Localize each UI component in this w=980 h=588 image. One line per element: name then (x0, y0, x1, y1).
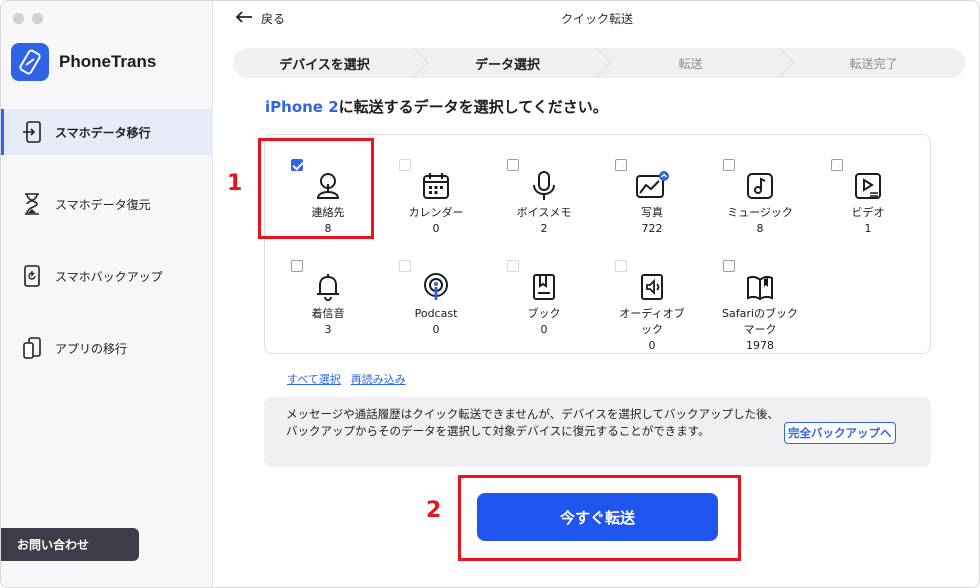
app-name: PhoneTrans (59, 52, 157, 71)
category-audiobooks[interactable]: オーディオブック 0 (597, 242, 707, 352)
category-ringtones[interactable]: 着信音 3 (273, 242, 383, 342)
category-music[interactable]: ミュージック 8 (705, 141, 815, 241)
category-label: 着信音 (311, 307, 345, 320)
app-window: PhoneTrans スマホデータ移行 スマホデータ復元 スマホバックアップ ア… (0, 0, 980, 588)
step-select-device: デバイスを選択 (233, 48, 416, 78)
sidebar-item-phone-restore[interactable]: スマホデータ復元 (1, 181, 213, 227)
sidebar-item-app-transfer[interactable]: アプリの移行 (1, 325, 213, 371)
category-label: ボイスメモ (516, 206, 572, 219)
category-count: 8 (756, 222, 764, 235)
audiobooks-checkbox[interactable] (615, 260, 627, 272)
books-checkbox[interactable] (507, 260, 519, 272)
music-icon (743, 169, 777, 203)
audiobook-icon (635, 270, 669, 304)
category-label: 写真 (641, 206, 663, 219)
ringtones-checkbox[interactable] (291, 260, 303, 272)
window-title: クイック転送 (560, 12, 633, 26)
calendar-checkbox[interactable] (399, 159, 411, 171)
music-checkbox[interactable] (723, 159, 735, 171)
sidebar-nav: スマホデータ移行 スマホデータ復元 スマホバックアップ アプリの移行 (1, 109, 213, 397)
sidebar-item-phone-transfer[interactable]: スマホデータ移行 (1, 109, 213, 155)
category-count: 1978 (746, 339, 774, 352)
category-count: 0 (432, 222, 440, 235)
category-count: 1 (864, 222, 872, 235)
page-title: iPhone 2に転送するデータを選択してください。 (265, 96, 608, 117)
annotation-highlight-contacts (258, 138, 374, 239)
category-label: Safariのブックマーク (722, 307, 798, 336)
category-label: ビデオ (851, 206, 885, 219)
video-checkbox[interactable] (831, 159, 843, 171)
book-icon (527, 270, 561, 304)
annotation-marker-2: 2 (426, 498, 442, 523)
sidebar-item-phone-backup[interactable]: スマホバックアップ (1, 253, 213, 299)
step-transfer: 転送 (599, 48, 782, 78)
category-video[interactable]: ビデオ 1 (813, 141, 923, 241)
category-label: Podcast (414, 307, 458, 320)
category-label: オーディオブック (619, 307, 685, 336)
category-voice-memos[interactable]: ボイスメモ 2 (489, 141, 599, 241)
notice-text: メッセージや通話履歴はクイック転送できませんが、デバイスを選択してバックアップし… (286, 407, 779, 438)
step-complete: 転送完了 (849, 56, 898, 71)
step-select-data: データ選択 (416, 48, 599, 78)
photos-checkbox[interactable] (615, 159, 627, 171)
window-controls (13, 13, 43, 24)
phone-backup-icon (19, 263, 45, 289)
sidebar: PhoneTrans スマホデータ移行 スマホデータ復元 スマホバックアップ ア… (1, 1, 213, 587)
microphone-icon (527, 169, 561, 203)
category-calendar[interactable]: カレンダー 0 (381, 141, 491, 241)
category-count: 722 (641, 222, 663, 235)
close-window-button[interactable] (13, 13, 24, 24)
category-label: カレンダー (408, 206, 464, 219)
selection-links: すべて選択 再読み込み (287, 371, 406, 387)
target-device-name: iPhone 2 (265, 98, 339, 116)
hourglass-icon (19, 191, 45, 217)
category-count: 0 (432, 323, 440, 336)
select-all-link[interactable]: すべて選択 (287, 371, 341, 387)
bell-icon (311, 270, 345, 304)
podcast-icon (419, 270, 453, 304)
phonetrans-logo-icon (11, 43, 49, 81)
category-books[interactable]: ブック 0 (489, 242, 599, 342)
category-count: 2 (540, 222, 548, 235)
app-logo: PhoneTrans (11, 43, 156, 81)
category-safari-bookmarks[interactable]: Safariのブックマーク 1978 (705, 242, 815, 352)
full-backup-button[interactable]: 完全バックアップへ (784, 422, 896, 444)
sidebar-item-label: アプリの移行 (55, 341, 128, 356)
headline-text: に転送するデータを選択してください。 (338, 98, 608, 116)
video-icon (851, 169, 885, 203)
category-podcast[interactable]: Podcast 0 (381, 242, 491, 342)
annotation-marker-1: 1 (227, 171, 243, 196)
calendar-icon (419, 169, 453, 203)
info-notice: メッセージや通話履歴はクイック転送できませんが、デバイスを選択してバックアップし… (264, 397, 931, 467)
topbar: 戻る クイック転送 (213, 1, 979, 37)
reload-link[interactable]: 再読み込み (351, 371, 406, 387)
voice-memos-checkbox[interactable] (507, 159, 519, 171)
contact-button[interactable]: お問い合わせ (1, 528, 139, 561)
progress-steps: デバイスを選択 データ選択 転送 転送完了 (233, 48, 965, 78)
category-count: 0 (648, 339, 656, 352)
safari-bookmarks-checkbox[interactable] (723, 260, 735, 272)
category-count: 0 (540, 323, 548, 336)
phone-transfer-icon (19, 119, 45, 145)
category-photos[interactable]: 写真 722 (597, 141, 707, 241)
podcast-checkbox[interactable] (399, 260, 411, 272)
annotation-highlight-transfer (458, 475, 741, 561)
sidebar-item-label: スマホデータ移行 (55, 125, 151, 140)
app-transfer-icon (19, 335, 45, 361)
safari-bookmark-icon (743, 270, 777, 304)
category-label: ブック (527, 307, 561, 320)
minimize-window-button[interactable] (32, 13, 43, 24)
photos-icon (635, 169, 669, 203)
category-label: ミュージック (727, 206, 793, 219)
sidebar-item-label: スマホバックアップ (55, 269, 163, 284)
category-count: 3 (324, 323, 332, 336)
sidebar-item-label: スマホデータ復元 (55, 197, 151, 212)
